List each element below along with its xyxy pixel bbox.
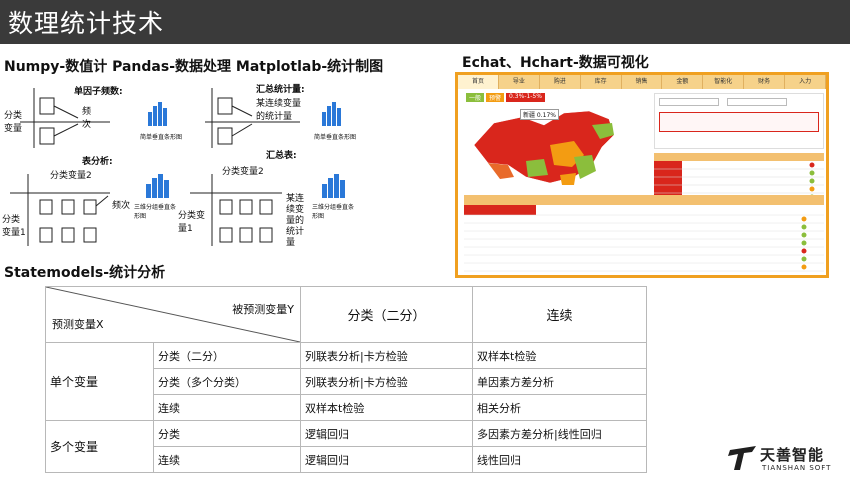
tab-4[interactable]: 销售: [622, 75, 663, 89]
summary-stat-label: 汇总统计量:: [256, 85, 305, 95]
tab-8[interactable]: 入力: [785, 75, 826, 89]
predicted-var-label: 被预测变量Y: [232, 303, 294, 316]
bar-3d-label: 三维分组垂直条 形图: [134, 204, 177, 220]
col-binary: 分类（二分）: [300, 286, 473, 343]
continuous-method: 单因素方差分析: [472, 368, 647, 395]
echart-dashboard: 首页 导业 购进 库存 销售 金额 智能化 财务 入力 一般 预警 0.3%-1…: [455, 72, 829, 278]
tab-5[interactable]: 金额: [662, 75, 704, 89]
x-type: 分类（多个分类）: [153, 368, 301, 395]
company-logo: 天善智能 TIANSHAN SOFT: [728, 444, 838, 474]
continuous-method: 多因素方差分析|线性回归: [472, 420, 647, 447]
tab-3[interactable]: 库存: [581, 75, 622, 89]
binary-method: 双样本t检验: [300, 394, 473, 421]
title-bar: 数理统计技术: [0, 0, 850, 44]
tab-6[interactable]: 智能化: [703, 75, 745, 89]
bar-3d-b-label: 三维分组垂直条 形图: [312, 204, 355, 220]
cat-var1-label: 分类 变量1: [2, 215, 26, 238]
table-analysis-label: 表分析:: [82, 157, 113, 167]
stats-method-table: 被预测变量Y 预测变量X 分类（二分） 连续 单个变量 分类（二分） 列联表分析…: [45, 286, 647, 473]
freq-label: 频 次: [82, 107, 92, 130]
table-row: 单个变量 分类（二分） 列联表分析|卡方检验 双样本t检验: [45, 342, 647, 421]
continuous-method: 线性回归: [472, 446, 647, 473]
x-type: 分类（二分）: [153, 342, 301, 369]
legend-normal: 一般: [466, 93, 485, 102]
table-row: 多个变量 分类 逻辑回归 多因素方差分析|线性回归: [45, 420, 647, 473]
region-tooltip: 新疆 0.17%: [520, 109, 559, 120]
cat-var1b-label: 分类变 量1: [178, 211, 206, 234]
slide-title: 数理统计技术: [8, 9, 165, 38]
logo-cn-text: 天善智能: [760, 446, 825, 464]
binary-method: 逻辑回归: [300, 446, 473, 473]
summary-table-label: 汇总表:: [266, 151, 297, 161]
x-type: 分类: [153, 420, 301, 447]
tab-7[interactable]: 财务: [744, 75, 786, 89]
echart-heading: Echat、Hchart-数据可视化: [462, 55, 649, 71]
bar-chart-label-2: 简单垂直条形图: [314, 134, 357, 141]
table-corner-cell: 被预测变量Y 预测变量X: [45, 286, 301, 343]
tab-0[interactable]: 首页: [458, 75, 499, 89]
binary-method: 列联表分析|卡方检验: [300, 342, 473, 369]
logo-en-text: TIANSHAN SOFT: [762, 464, 832, 472]
continuous-method: 相关分析: [472, 394, 647, 421]
cat-var2-label: 分类变量2: [50, 171, 92, 181]
numpy-heading: Numpy-数值计 Pandas-数据处理 Matplotlab-统计制图: [4, 59, 384, 75]
col-continuous: 连续: [472, 286, 647, 343]
filter-panel: [654, 93, 824, 149]
logo-mark-icon: [728, 446, 756, 470]
stat-chart-diagrams: 单因子频数: 汇总统计量: 分类 变量 频 次 简单垂直条形图 某连续变量 的统…: [0, 78, 378, 256]
group-single-var: 单个变量: [45, 342, 154, 421]
tab-1[interactable]: 导业: [499, 75, 540, 89]
legend-alert: 0.3%-1-5%: [506, 93, 545, 102]
legend-warn: 预警: [486, 93, 505, 102]
binary-method: 逻辑回归: [300, 420, 473, 447]
cont-var-b-label: 某连 续变 量的 统计 量: [286, 194, 305, 248]
statemodels-heading: Statemodels-统计分析: [4, 265, 166, 281]
single-factor-label: 单因子频数:: [74, 87, 123, 97]
cat-var2b-label: 分类变量2: [222, 167, 264, 177]
binary-method: 列联表分析|卡方检验: [300, 368, 473, 395]
bar-icon: [148, 102, 167, 126]
dashboard-tabs: 首页 导业 购进 库存 销售 金额 智能化 财务 入力: [458, 75, 826, 89]
predictor-var-label: 预测变量X: [52, 318, 104, 331]
tab-2[interactable]: 购进: [540, 75, 581, 89]
detail-table: [464, 195, 824, 272]
cont-var-label: 某连续变量 的统计量: [256, 99, 302, 122]
continuous-method: 双样本t检验: [472, 342, 647, 369]
x-type: 连续: [153, 394, 301, 421]
freq2-label: 频次: [112, 201, 131, 211]
category-var-label: 分类 变量: [4, 111, 23, 134]
map-legend: 一般 预警 0.3%-1-5%: [466, 93, 545, 102]
group-multi-var: 多个变量: [45, 420, 154, 473]
x-type: 连续: [153, 446, 301, 473]
bar-chart-label: 简单垂直条形图: [140, 134, 183, 141]
